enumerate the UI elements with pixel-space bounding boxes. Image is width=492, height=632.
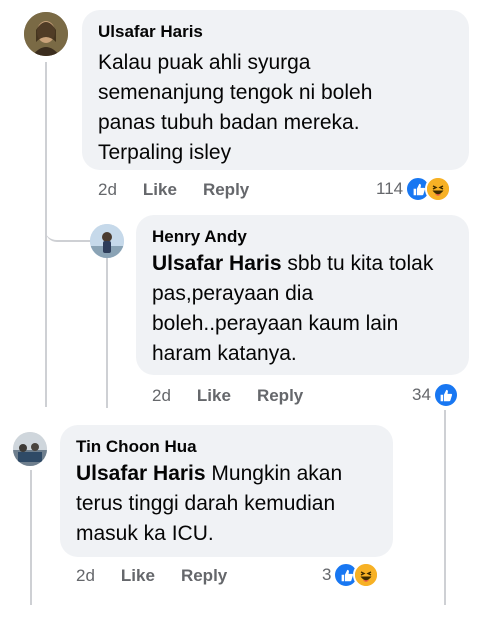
avatar-group-icon <box>13 432 47 466</box>
comment-text: Ulsafar Haris sbb tu kita tolak pas,pera… <box>152 252 434 365</box>
reaction-summary-3[interactable]: 3 <box>322 562 380 588</box>
comment-author[interactable]: Tin Choon Hua <box>76 437 377 457</box>
thread-line-right <box>444 410 446 605</box>
like-button[interactable]: Like <box>197 386 231 406</box>
thread-connector-reply <box>45 216 91 242</box>
avatar-ulsafar-haris[interactable] <box>24 12 68 56</box>
comment-text: Kalau puak ahli syurga semenanjung tengo… <box>98 51 373 164</box>
reply-button[interactable]: Reply <box>257 386 303 406</box>
mention-link[interactable]: Ulsafar Haris <box>152 252 282 275</box>
comment-actions-1: 2d Like Reply <box>98 180 275 200</box>
comment-bubble-3: Tin Choon Hua Ulsafar Haris Mungkin akan… <box>60 425 393 557</box>
reply-button[interactable]: Reply <box>203 180 249 200</box>
like-button[interactable]: Like <box>143 180 177 200</box>
thread-line-third <box>30 470 32 605</box>
avatar-henry-andy[interactable] <box>90 224 124 258</box>
comment-timestamp[interactable]: 2d <box>152 386 171 406</box>
comment-author[interactable]: Ulsafar Haris <box>98 22 453 42</box>
comment-text: Ulsafar Haris Mungkin akan terus tinggi … <box>76 462 343 545</box>
comment-bubble-2: Henry Andy Ulsafar Haris sbb tu kita tol… <box>136 215 469 375</box>
comment-timestamp[interactable]: 2d <box>98 180 117 200</box>
avatar-tin-choon-hua[interactable] <box>13 432 47 466</box>
reaction-count: 3 <box>322 565 332 584</box>
haha-icon <box>353 562 380 588</box>
mention-link[interactable]: Ulsafar Haris <box>76 462 206 485</box>
reply-button[interactable]: Reply <box>181 566 227 586</box>
reaction-count: 34 <box>412 385 431 404</box>
haha-icon <box>425 176 452 202</box>
reaction-summary-1[interactable]: 114 <box>376 176 452 202</box>
thread-line-reply <box>106 258 108 408</box>
comment-timestamp[interactable]: 2d <box>76 566 95 586</box>
avatar-person-icon <box>90 224 124 258</box>
comment-actions-3: 2d Like Reply <box>76 566 253 586</box>
like-icon <box>432 382 459 408</box>
like-button[interactable]: Like <box>121 566 155 586</box>
avatar-portrait-icon <box>24 12 68 56</box>
comment-bubble-1: Ulsafar Haris Kalau puak ahli syurga sem… <box>82 10 469 170</box>
comment-actions-2: 2d Like Reply <box>152 386 329 406</box>
comment-author[interactable]: Henry Andy <box>152 227 453 247</box>
reaction-count: 114 <box>376 179 404 198</box>
reaction-summary-2[interactable]: 34 <box>412 382 459 408</box>
